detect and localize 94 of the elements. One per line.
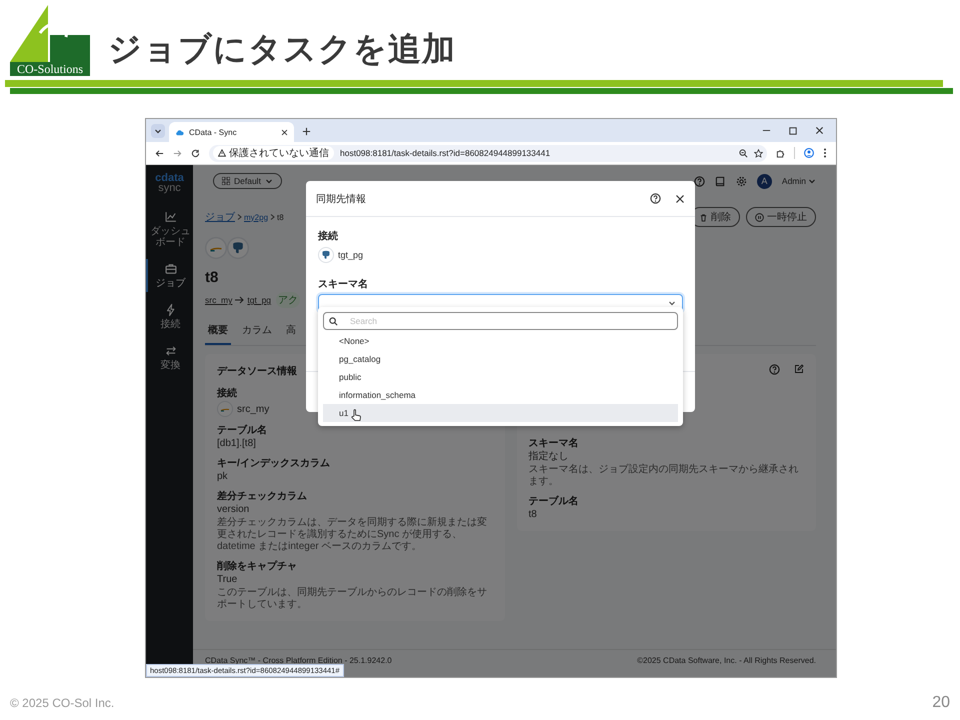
forward-icon[interactable]: [173, 148, 182, 158]
swap-arrows-icon: [164, 344, 178, 358]
field-value: src_my: [237, 404, 270, 414]
dropdown-option[interactable]: u1: [323, 404, 678, 422]
back-icon[interactable]: [155, 148, 164, 158]
search-field[interactable]: Search: [323, 312, 678, 330]
action-button[interactable]: 一時停止: [746, 207, 816, 227]
chevron-down-icon: [154, 127, 162, 135]
card-title: データソース情報: [217, 364, 297, 378]
field-label: テーブル名: [528, 496, 578, 508]
chevron-down-icon: [808, 177, 816, 185]
field-value: 指定なし: [528, 451, 568, 463]
book-icon[interactable]: [714, 176, 726, 186]
postgres-logo-icon: [318, 247, 334, 263]
field-value: t8: [528, 509, 537, 521]
source-link[interactable]: src_my: [205, 295, 232, 305]
settings-icon[interactable]: [736, 176, 747, 186]
help-icon[interactable]: [650, 193, 661, 204]
field-help-text: このテーブルは、同期先テーブルからのレコードの削除をサポートしています。: [217, 587, 488, 611]
cloud-icon: [175, 128, 184, 136]
status-badge: アク: [276, 292, 300, 308]
page-tab[interactable]: 概要: [205, 318, 231, 345]
close-icon[interactable]: [675, 194, 685, 204]
security-chip[interactable]: 保護されていない通信: [213, 146, 334, 160]
grid-icon: [222, 177, 230, 185]
chevron-down-icon: [668, 299, 676, 307]
field-label: 削除をキャプチャ: [217, 561, 297, 573]
product-name: sync: [158, 183, 181, 193]
mysql-logo-icon: [205, 237, 227, 259]
user-menu[interactable]: Admin: [782, 176, 816, 186]
chevron-right-icon: [270, 214, 276, 220]
search-icon: [329, 317, 338, 326]
target-link[interactable]: tgt_pg: [247, 295, 272, 305]
reload-icon[interactable]: [191, 148, 200, 158]
logo-text: CO-Solutions: [10, 62, 90, 76]
field-label: 接続: [318, 230, 338, 243]
page-tab[interactable]: 高: [283, 318, 299, 345]
menu-icon[interactable]: [823, 148, 827, 158]
edit-icon[interactable]: [794, 364, 804, 374]
slide-title: ジョブにタスクを追加: [108, 28, 456, 70]
field-label: スキーマ名: [528, 438, 578, 450]
field-value: [db1].[t8]: [217, 438, 256, 450]
field-label: スキーマ名: [318, 278, 368, 291]
breadcrumb-current: t8: [277, 212, 284, 222]
page-tab[interactable]: カラム: [239, 318, 275, 345]
page-number: 20: [932, 694, 950, 712]
field-label: テーブル名: [217, 425, 267, 437]
version-text: CData Sync™ - Cross Platform Edition - 25.1.9242.0: [205, 656, 392, 665]
trash-icon: [699, 212, 708, 222]
help-icon[interactable]: [694, 176, 705, 186]
sidebar-item[interactable]: 変換: [146, 341, 193, 374]
logo-text: cdata: [155, 173, 184, 183]
briefcase-icon: [164, 262, 178, 276]
chevron-down-icon: [264, 177, 273, 185]
field-value: version: [217, 504, 250, 516]
zoom-icon[interactable]: [739, 148, 748, 158]
address-bar[interactable]: 保護されていない通信 host098:8181/task-details.rst?id=860824944899133441: [209, 144, 767, 162]
pause-icon: [755, 212, 764, 222]
warning-icon: [218, 149, 226, 157]
postgres-logo-icon: [227, 237, 249, 259]
maximize-icon[interactable]: [789, 126, 797, 134]
close-icon[interactable]: [281, 128, 288, 136]
puzzle-icon[interactable]: [776, 148, 785, 158]
dialog-title: 同期先情報: [316, 192, 367, 206]
hand-cursor-icon: [351, 409, 361, 422]
close-icon[interactable]: [815, 126, 824, 135]
tab-search-button[interactable]: [151, 124, 165, 138]
field-label: キー/インデックスカラム: [217, 458, 330, 470]
logo-icon: [10, 5, 90, 62]
field-value: pk: [217, 471, 228, 483]
star-icon[interactable]: [754, 148, 763, 158]
user-avatar[interactable]: A: [756, 174, 772, 188]
field-help-text: 差分チェックカラムは、データを同期する際に新規または変更されたレコードを識別するためにSync が使用する、datetime またはinteger ベースのカラムです。: [217, 517, 488, 553]
connection-name: tgt_pg: [338, 250, 364, 260]
browser-tab[interactable]: CData - Sync: [169, 122, 294, 142]
chevron-right-icon: [237, 214, 242, 220]
workspace-dropdown[interactable]: Default: [213, 173, 282, 189]
sidebar-item[interactable]: 接続: [146, 300, 193, 333]
breadcrumb-link[interactable]: ジョブ: [205, 210, 235, 224]
footer-copyright: ©2025 CData Software, Inc. - All Rights Reserved.: [637, 656, 816, 665]
url-text: host098:8181/task-details.rst?id=860824944899133441: [340, 148, 552, 158]
chart-icon: [164, 210, 178, 224]
profile-icon[interactable]: [804, 148, 814, 158]
field-value: True: [217, 574, 238, 586]
sidebar-item[interactable]: ダッシュボード: [146, 207, 193, 251]
field-help-text: スキーマ名は、ジョブ設定内の同期先スキーマから継承されます。: [528, 464, 800, 488]
field-label: 接続: [217, 388, 237, 400]
new-tab-icon[interactable]: [302, 127, 311, 136]
arrow-right-icon: [235, 296, 244, 304]
task-title: t8: [205, 269, 218, 286]
breadcrumb-link[interactable]: my2pg: [244, 212, 268, 222]
slide-copyright: © 2025 CO-Sol Inc.: [10, 696, 114, 710]
field-label: 差分チェックカラム: [217, 491, 307, 503]
mysql-logo-icon: [217, 401, 233, 417]
